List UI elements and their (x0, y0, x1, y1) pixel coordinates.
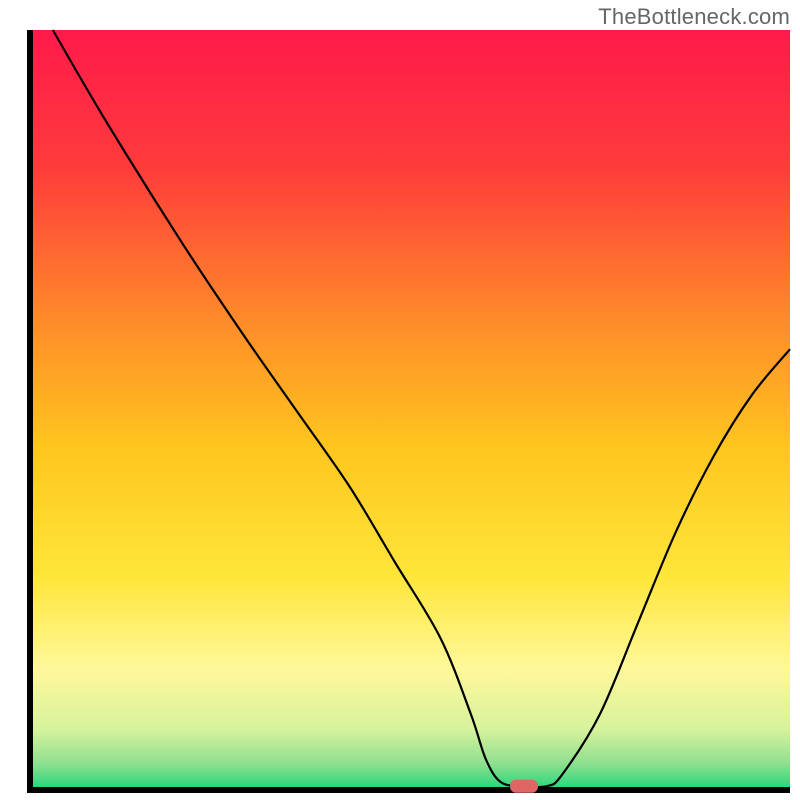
bottleneck-chart (0, 0, 800, 800)
chart-container: { "watermark": "TheBottleneck.com", "cha… (0, 0, 800, 800)
watermark-text: TheBottleneck.com (598, 4, 790, 30)
plot-background (30, 30, 790, 790)
optimal-marker (510, 780, 538, 793)
